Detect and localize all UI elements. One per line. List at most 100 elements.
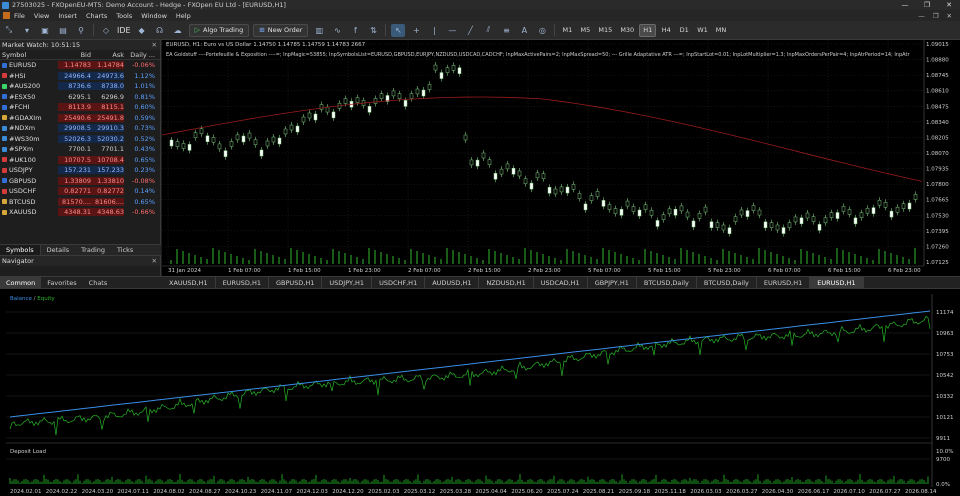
symbol-cell[interactable]: USDJPY xyxy=(0,166,58,174)
chart-tab[interactable]: GBPJPY,H1 xyxy=(588,277,637,288)
column-ask[interactable]: Ask xyxy=(91,51,124,59)
dropdown-arrow-icon[interactable]: ▾ xyxy=(20,24,34,37)
symbol-cell[interactable]: GBPUSD xyxy=(0,177,58,185)
vertical-line-icon[interactable]: | xyxy=(427,24,441,37)
new-order-button[interactable]: ⊞ New Order xyxy=(253,23,309,37)
market-watch-row[interactable]: #UK100 10707.5 10708.4 0.65% xyxy=(0,155,160,166)
symbol-cell[interactable]: #FCHI xyxy=(0,103,58,111)
market-watch-row[interactable]: #FCHI 8113.9 8115.1 0.60% xyxy=(0,102,160,113)
market-watch-row[interactable]: #SPXm 7700.1 7701.1 0.43% xyxy=(0,144,160,155)
price-chart[interactable]: 1.09015 1.08880 1.08745 1.08610 1.08475 1.083… xyxy=(161,40,960,276)
symbol-cell[interactable]: #ESX50 xyxy=(0,93,58,101)
line-chart-icon[interactable]: ∿ xyxy=(330,24,344,37)
symbol-cell[interactable]: BTCUSD xyxy=(0,198,58,206)
market-watch-row[interactable]: #WS30m 52026.3 52030.2 0.52% xyxy=(0,134,160,145)
doc-restore-button[interactable]: ❐ xyxy=(933,12,939,20)
close-icon[interactable]: ✕ xyxy=(152,41,157,49)
market-watch-row[interactable]: BTCUSD 81570.... 81606.... 0.65% xyxy=(0,197,160,208)
crosshair-icon[interactable]: + xyxy=(409,24,423,37)
market-watch-row[interactable]: #NDXm 29908.5 29910.3 0.73% xyxy=(0,123,160,134)
symbol-cell[interactable]: XAUUSD xyxy=(0,208,58,216)
symbol-cell[interactable]: #WS30m xyxy=(0,135,58,143)
symbol-cell[interactable]: USDCHF xyxy=(0,187,58,195)
close-icon[interactable]: ✕ xyxy=(152,257,157,265)
chart-tab[interactable]: BTCUSD,Daily xyxy=(637,277,697,288)
market-watch-row[interactable]: XAUUSD 4348.31 4348.63 -0.66% xyxy=(0,207,160,218)
chart-tab[interactable]: NZDUSD,H1 xyxy=(479,277,534,288)
column-change[interactable]: Daily ... xyxy=(124,51,158,59)
tab-ticks[interactable]: Ticks xyxy=(111,245,139,255)
symbol-cell[interactable]: #GDAXIm xyxy=(0,114,58,122)
market-watch-row[interactable]: #GDAXIm 25490.6 25491.8 0.59% xyxy=(0,113,160,124)
chart-tab[interactable]: AUDUSD,H1 xyxy=(425,277,480,288)
depth-of-market-icon[interactable]: ▥ xyxy=(312,24,326,37)
doc-minimize-button[interactable]: — xyxy=(918,12,925,20)
column-symbol[interactable]: Symbol xyxy=(0,51,58,59)
timeframe-m15[interactable]: M15 xyxy=(595,24,615,37)
tab-symbols[interactable]: Symbols xyxy=(0,245,41,255)
timeframe-m1[interactable]: M1 xyxy=(559,24,575,37)
market-watch-row[interactable]: EURUSD 1.14783 1.14784 -0.06% xyxy=(0,60,160,71)
timeframe-m30[interactable]: M30 xyxy=(617,24,637,37)
close-button[interactable]: ✕ xyxy=(938,1,960,9)
market-watch-row[interactable]: #AUS200 8736.6 8738.0 1.01% xyxy=(0,81,160,92)
market-watch-icon[interactable]: ⚲ xyxy=(74,24,88,37)
menu-help[interactable]: Help xyxy=(176,12,200,20)
tab-trading[interactable]: Trading xyxy=(75,245,111,255)
horizontal-line-icon[interactable]: — xyxy=(445,24,459,37)
chart-tab[interactable]: EURUSD,H1 xyxy=(757,277,811,288)
chart-tab[interactable]: GBPUSD,H1 xyxy=(269,277,323,288)
trendline-icon[interactable]: ╱ xyxy=(463,24,477,37)
algo-trading-button[interactable]: ▷ Algo Trading xyxy=(188,23,250,37)
text-icon[interactable]: A xyxy=(517,24,531,37)
symbol-cell[interactable]: #NDXm xyxy=(0,124,58,132)
column-bid[interactable]: Bid xyxy=(58,51,91,59)
tab-chats[interactable]: Chats xyxy=(83,277,114,288)
doc-close-button[interactable]: ✕ xyxy=(947,12,952,20)
signals-icon[interactable]: ☊ xyxy=(153,24,167,37)
new-chart-icon[interactable]: ▣ xyxy=(38,24,52,37)
symbol-cell[interactable]: #AUS200 xyxy=(0,82,58,90)
menu-file[interactable]: File xyxy=(14,12,34,20)
minimize-button[interactable]: — xyxy=(894,1,916,9)
chart-tab[interactable]: EURUSD,H1 xyxy=(810,277,864,288)
chart-type-icon[interactable]: ⤡ xyxy=(2,24,16,37)
menu-insert[interactable]: Insert xyxy=(58,12,86,20)
symbol-cell[interactable]: EURUSD xyxy=(0,61,58,69)
chart-tab[interactable]: EURUSD,H1 xyxy=(216,277,269,288)
ide-label[interactable]: IDE xyxy=(117,24,131,37)
timeframe-mn[interactable]: MN xyxy=(713,24,729,37)
shapes-icon[interactable]: ◎ xyxy=(535,24,549,37)
timeframe-w1[interactable]: W1 xyxy=(694,24,711,37)
chart-tab[interactable]: USDCAD,H1 xyxy=(534,277,588,288)
price-chart-canvas[interactable]: 1.09015 1.08880 1.08745 1.08610 1.08475 1.083… xyxy=(161,40,960,276)
market-watch-row[interactable]: GBPUSD 1.33809 1.33810 -0.08% xyxy=(0,176,160,187)
timeframe-m5[interactable]: M5 xyxy=(577,24,593,37)
timeframe-h1[interactable]: H1 xyxy=(639,23,657,37)
market-watch-row[interactable]: #HSI 24966.4 24973.6 1.12% xyxy=(0,71,160,82)
market-watch-row[interactable]: #ESX50 6295.1 6296.9 0.81% xyxy=(0,92,160,103)
cloud-icon[interactable]: ☁ xyxy=(171,24,185,37)
fibonacci-icon[interactable]: ≡ xyxy=(499,24,513,37)
chart-tab[interactable]: BTCUSD,Daily xyxy=(697,277,757,288)
channel-icon[interactable]: ⫽ xyxy=(481,24,495,37)
menu-tools[interactable]: Tools xyxy=(116,12,141,20)
menu-window[interactable]: Window xyxy=(141,12,176,20)
tab-favorites[interactable]: Favorites xyxy=(41,277,82,288)
indicator-icon[interactable]: f xyxy=(348,24,362,37)
symbol-cell[interactable]: #SPXm xyxy=(0,145,58,153)
timeframe-d1[interactable]: D1 xyxy=(676,24,692,37)
chart-tab[interactable]: USDCHF,H1 xyxy=(372,277,426,288)
symbol-cell[interactable]: #HSI xyxy=(0,72,58,80)
cursor-icon[interactable]: ↖ xyxy=(391,23,406,37)
maximize-button[interactable]: ❐ xyxy=(916,1,938,9)
chart-tab[interactable]: XAUUSD,H1 xyxy=(162,277,216,288)
menu-view[interactable]: View xyxy=(34,12,58,20)
symbol-cell[interactable]: #UK100 xyxy=(0,156,58,164)
menu-charts[interactable]: Charts xyxy=(86,12,116,20)
timeframe-h4[interactable]: H4 xyxy=(658,24,674,37)
tab-common[interactable]: Common xyxy=(0,277,42,288)
market-watch-row[interactable]: USDCHF 0.82771 0.82772 0.14% xyxy=(0,186,160,197)
trade-history-icon[interactable]: ⇅ xyxy=(366,24,380,37)
chart-tab[interactable]: USDJPY,H1 xyxy=(322,277,373,288)
